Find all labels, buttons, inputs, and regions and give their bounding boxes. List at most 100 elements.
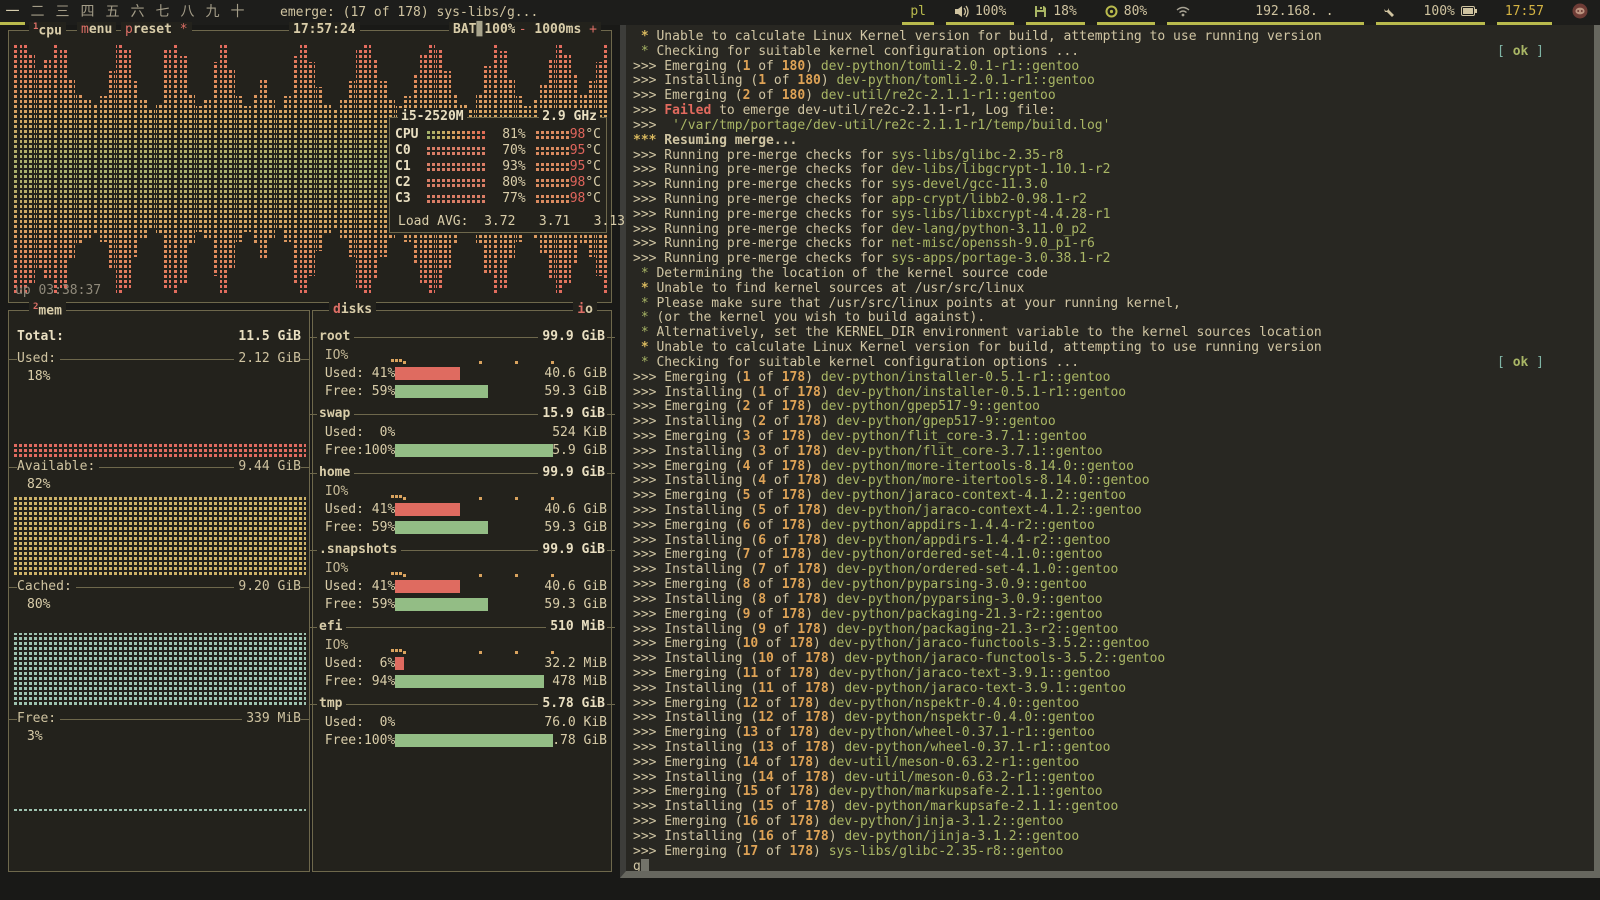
- cpu-graph-column: [116, 43, 123, 295]
- cpu-graph-column: [332, 109, 339, 230]
- terminal-line: >>> Emerging (5 of 178) dev-python/jarac…: [633, 488, 1588, 503]
- terminal-line: * Please make sure that /usr/src/linux p…: [633, 296, 1588, 311]
- mem-pct: 3%: [27, 729, 43, 744]
- preset-button[interactable]: preset *: [121, 22, 192, 37]
- status-label: 18%: [1053, 4, 1076, 19]
- mem-row-cached: Cached:9.20 GiB: [12, 579, 306, 594]
- mem-pct: 80%: [27, 597, 50, 612]
- status-segment-disk-usage[interactable]: 18%: [1026, 0, 1084, 25]
- terminal-line: * Unable to calculate Linux Kernel versi…: [633, 340, 1588, 355]
- terminal-line: >>> Emerging (10 of 178) dev-python/jara…: [633, 636, 1588, 651]
- top-bar: 一二三四五六七八九十 emerge: (17 of 178) sys-libs/…: [0, 0, 1600, 25]
- disk-name-row: swap15.9 GiB: [313, 406, 611, 422]
- disk-used-bar: [395, 503, 544, 516]
- cpu-graph-column: [76, 94, 83, 245]
- core-temp-graph: [534, 145, 570, 156]
- status-segment-clock[interactable]: 17:57: [1497, 0, 1552, 25]
- disk-free-bar: [395, 385, 544, 398]
- disk-free-row: Free: 59%59.3 GiB: [317, 596, 607, 612]
- scrollbar-thumb[interactable]: [620, 839, 626, 865]
- terminal-line: * Checking for suitable kernel configura…: [633, 355, 1588, 370]
- cpu-graph-column: [356, 50, 363, 289]
- terminal-line: >>> Installing (11 of 178) dev-python/ja…: [633, 681, 1588, 696]
- terminal-line: >>> Installing (16 of 178) dev-python/ji…: [633, 829, 1588, 844]
- core-usage-graph: [425, 177, 486, 188]
- cpu-frequency: 2.9 GHz: [539, 109, 600, 124]
- terminal-line: * Alternatively, set the KERNEL_DIR envi…: [633, 325, 1588, 340]
- disk-used-bar: [395, 716, 544, 729]
- terminal-line: >>> Emerging (3 of 178) dev-python/flit_…: [633, 429, 1588, 444]
- cpu-graph-column: [108, 71, 115, 268]
- terminal-line: >>> Installing (6 of 178) dev-python/app…: [633, 533, 1588, 548]
- cpu-graph-column: [236, 96, 243, 242]
- cpu-graph-column: [196, 106, 203, 232]
- cpu-graph-column: [44, 58, 51, 280]
- terminal-line: >>> Emerging (9 of 178) dev-python/packa…: [633, 607, 1588, 622]
- ok-badge: [ ok ]: [1497, 355, 1544, 370]
- disk-io-row: IO%: [317, 637, 607, 653]
- status-segment-battery[interactable]: 100%: [1376, 0, 1485, 25]
- core-usage-graph: [425, 161, 486, 172]
- cpu-graph-column: [284, 96, 291, 242]
- status-segment-cpu-load[interactable]: 80%: [1097, 0, 1155, 25]
- status-segment-network[interactable]: 192.168. .: [1167, 0, 1363, 25]
- terminal-line: >>> Running pre-merge checks for sys-app…: [633, 251, 1588, 266]
- battery-status: BAT▊100%: [449, 22, 520, 37]
- disks-panel-title[interactable]: disks: [329, 302, 376, 317]
- mem-row-total: Total:11.5 GiB: [12, 329, 306, 344]
- disk-used-bar: [395, 367, 544, 380]
- workspace-tag[interactable]: 十: [225, 0, 250, 25]
- terminal-line: >>> Installing (5 of 178) dev-python/jar…: [633, 503, 1588, 518]
- terminal-line: * Unable to find kernel sources at /usr/…: [633, 281, 1588, 296]
- menu-button[interactable]: menu: [77, 22, 116, 37]
- disk-name-row: efi510 MiB: [313, 619, 611, 635]
- terminal-line: >>> Installing (1 of 178) dev-python/ins…: [633, 385, 1588, 400]
- cpu-graph-column: [204, 100, 211, 239]
- terminal-window[interactable]: * Unable to calculate Linux Kernel versi…: [620, 25, 1600, 878]
- terminal-line: >>> Installing (9 of 178) dev-python/pac…: [633, 622, 1588, 637]
- disk-free-bar: [395, 675, 552, 688]
- disk-free-row: Free:100%15.9 GiB: [317, 442, 607, 458]
- mem-panel-title[interactable]: 2mem: [29, 302, 66, 318]
- mem-row-used: Used:2.12 GiB: [12, 351, 306, 366]
- cpu-graph-column: [292, 56, 299, 283]
- disk-name-row: home99.9 GiB: [313, 465, 611, 481]
- wrench-icon: [1384, 5, 1396, 18]
- uptime-label: up 03:38:37: [15, 283, 101, 298]
- io-toggle[interactable]: io: [573, 302, 597, 317]
- disk-used-bar: [395, 657, 544, 670]
- ring-icon: [1105, 5, 1118, 18]
- terminal-line: >>> '/var/tmp/portage/dev-util/re2c-2.1.…: [633, 118, 1588, 133]
- core-usage-graph: [425, 145, 486, 156]
- cpu-graph-column: [188, 94, 195, 245]
- terminal-line: >>> Installing (8 of 178) dev-python/pyp…: [633, 592, 1588, 607]
- status-segment-tray-discord[interactable]: [1564, 0, 1596, 25]
- cpu-graph-column: [300, 43, 307, 295]
- core-temp-graph: [534, 161, 570, 172]
- status-segment-keyboard-layout[interactable]: pl: [902, 0, 934, 25]
- disk-used-bar: [395, 426, 552, 439]
- terminal-line: >>> Running pre-merge checks for sys-dev…: [633, 177, 1588, 192]
- battery-icon: [1461, 6, 1477, 16]
- terminal-line: >>> Emerging (15 of 178) dev-python/mark…: [633, 784, 1588, 799]
- cpu-graph-column: [156, 104, 163, 235]
- workspace-tag[interactable]: 九: [200, 0, 225, 25]
- terminal-line: >>> Emerging (11 of 178) dev-python/jara…: [633, 666, 1588, 681]
- workspace-tag[interactable]: 一: [0, 0, 25, 25]
- floppy-icon: [1034, 5, 1047, 18]
- speaker-icon: [954, 5, 969, 18]
- mem-graph-cached: [12, 615, 306, 707]
- cpu-graph-column: [260, 79, 267, 260]
- cpu-panel-title[interactable]: 1cpu: [29, 22, 66, 38]
- terminal-line: >>> Emerging (4 of 178) dev-python/more-…: [633, 459, 1588, 474]
- disk-free-bar: [395, 521, 544, 534]
- cpu-graph-column: [60, 48, 67, 290]
- status-segment-volume[interactable]: 100%: [946, 0, 1014, 25]
- terminal-cursor: [641, 859, 649, 872]
- ok-badge: [ ok ]: [1497, 44, 1544, 59]
- mem-graph-free: [12, 747, 306, 811]
- interval-control[interactable]: - 1000ms +: [515, 22, 601, 37]
- terminal-output: * Unable to calculate Linux Kernel versi…: [626, 25, 1594, 873]
- terminal-line: >>> Running pre-merge checks for dev-lan…: [633, 222, 1588, 237]
- cpu-graph-column: [132, 81, 139, 257]
